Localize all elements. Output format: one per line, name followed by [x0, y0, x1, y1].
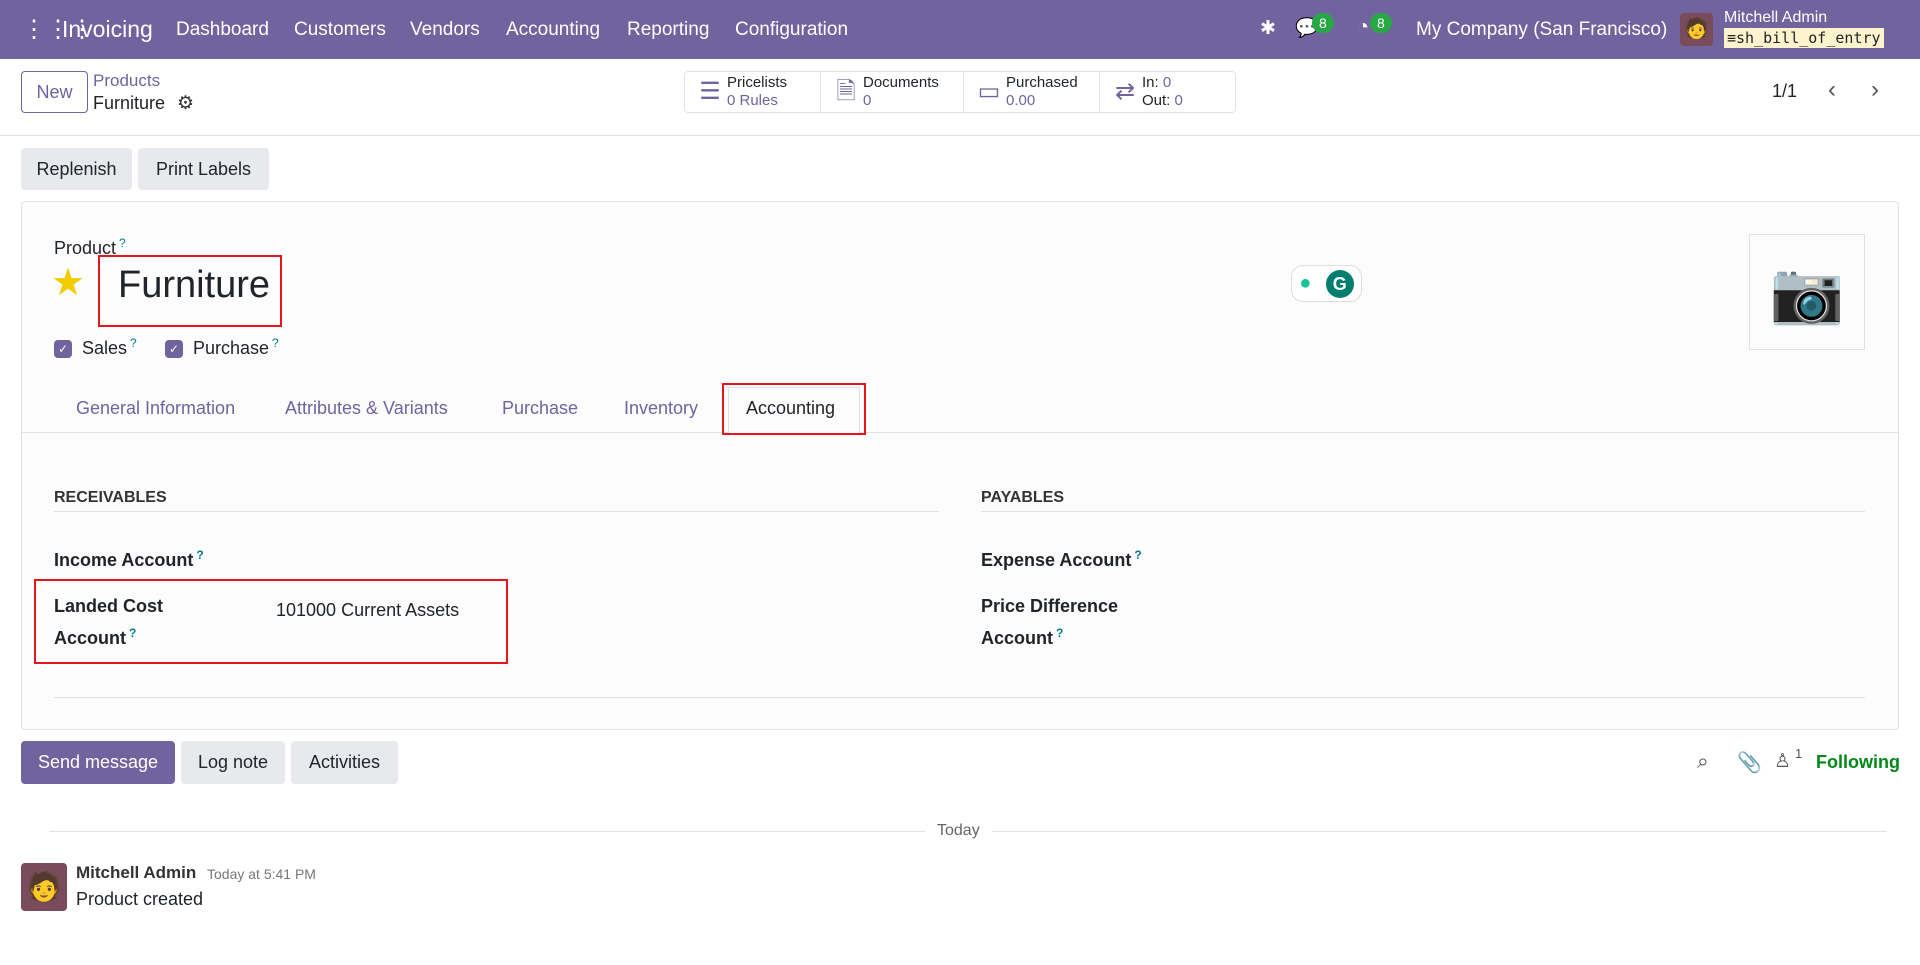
user-name[interactable]: Mitchell Admin [1724, 9, 1827, 27]
activities-button[interactable]: Activities [291, 741, 398, 784]
send-message-button[interactable]: Send message [21, 741, 175, 784]
price-difference-account-label: Price Difference Account? [981, 596, 1119, 648]
highlight-box-landed-cost [34, 579, 508, 664]
database-icon: ≡ [1727, 29, 1737, 47]
gear-icon[interactable]: ⚙ [177, 92, 194, 115]
search-icon[interactable]: ⌕ [1697, 750, 1709, 774]
tabs-divider [22, 432, 1898, 433]
followers-count: 1 [1795, 746, 1803, 761]
receivables-separator [54, 511, 939, 512]
tab-general-information[interactable]: General Information [76, 398, 235, 419]
paperclip-icon[interactable]: 📎 [1737, 750, 1762, 775]
list-icon: ☰ [699, 78, 721, 105]
app-name[interactable]: Invoicing [62, 16, 153, 43]
price-difference-account-field[interactable] [1200, 600, 1800, 624]
pricelists-stat-button[interactable]: ☰ Pricelists 0 Rules [684, 71, 821, 113]
menu-dashboard[interactable]: Dashboard [176, 19, 269, 41]
message-author[interactable]: Mitchell Admin [76, 863, 196, 883]
messages-badge: 8 [1312, 13, 1334, 33]
new-button[interactable]: New [21, 71, 88, 113]
pager-next-icon[interactable]: › [1871, 76, 1879, 104]
menu-configuration[interactable]: Configuration [735, 19, 848, 41]
following-button[interactable]: Following [1816, 752, 1900, 773]
message-time: Today at 5:41 PM [207, 866, 316, 882]
pager-previous-icon[interactable]: ‹ [1828, 76, 1836, 104]
purchased-stat-button[interactable]: ▭ Purchased 0.00 [963, 71, 1100, 113]
top-navbar: ⋮⋮⋮ Invoicing Dashboard Customers Vendor… [0, 0, 1920, 59]
in-out-stat-button[interactable]: ⇄ In: 0 Out: 0 [1099, 71, 1236, 113]
document-icon: 🗎 [836, 78, 856, 105]
user-avatar[interactable]: 🧑 [1680, 13, 1713, 46]
activities-clock-icon[interactable]: ◔ [1357, 16, 1369, 39]
tab-attributes-variants[interactable]: Attributes & Variants [285, 398, 448, 419]
income-account-label: Income Account? [54, 548, 204, 570]
documents-stat-button[interactable]: 🗎 Documents 0 [820, 71, 964, 113]
product-image-upload[interactable]: 📷 [1749, 234, 1865, 350]
message-author-avatar[interactable]: 🧑 [21, 863, 67, 911]
menu-customers[interactable]: Customers [294, 19, 386, 41]
lightbulb-icon: ● [1299, 272, 1312, 294]
activities-badge: 8 [1370, 13, 1392, 33]
check-icon: ✓ [54, 340, 72, 359]
followers-icon[interactable]: ♙ [1774, 750, 1791, 773]
income-account-field[interactable] [276, 545, 876, 569]
pager-value[interactable]: 1/1 [1772, 81, 1797, 102]
debug-bug-icon[interactable]: ✱ [1260, 17, 1276, 40]
highlight-box-name [98, 255, 282, 327]
menu-accounting[interactable]: Accounting [506, 19, 600, 41]
menu-reporting[interactable]: Reporting [627, 19, 709, 41]
company-switcher[interactable]: My Company (San Francisco) [1416, 19, 1667, 41]
favorite-star-icon[interactable]: ★ [51, 260, 85, 305]
form-bottom-separator [54, 697, 1865, 698]
today-label: Today [925, 822, 992, 840]
purchase-checkbox[interactable]: ✓ Purchase? [165, 336, 279, 359]
grammarly-widget[interactable]: ● G [1291, 265, 1362, 302]
log-note-button[interactable]: Log note [181, 741, 285, 784]
tab-purchase[interactable]: Purchase [502, 398, 578, 419]
breadcrumb-products[interactable]: Products [93, 71, 160, 91]
breadcrumb-current: Furniture [93, 93, 166, 113]
print-labels-button[interactable]: Print Labels [138, 148, 269, 190]
message-body: Product created [76, 889, 204, 909]
expense-account-field[interactable] [1200, 545, 1800, 569]
menu-vendors[interactable]: Vendors [410, 19, 480, 41]
check-icon: ✓ [165, 340, 183, 359]
grammarly-logo-icon: G [1325, 269, 1354, 298]
highlight-box-tab [722, 383, 866, 435]
receivables-heading: RECEIVABLES [54, 489, 167, 506]
expense-account-label: Expense Account? [981, 548, 1142, 570]
sales-checkbox[interactable]: ✓ Sales? [54, 336, 137, 359]
payables-heading: PAYABLES [981, 489, 1064, 506]
payables-separator [981, 511, 1865, 512]
exchange-arrows-icon: ⇄ [1114, 78, 1136, 105]
credit-card-icon: ▭ [977, 78, 1001, 105]
tab-inventory[interactable]: Inventory [624, 398, 698, 419]
database-name: ≡sh_bill_of_entry [1724, 28, 1884, 48]
replenish-button[interactable]: Replenish [21, 148, 132, 190]
camera-plus-icon: 📷 [1769, 258, 1845, 326]
